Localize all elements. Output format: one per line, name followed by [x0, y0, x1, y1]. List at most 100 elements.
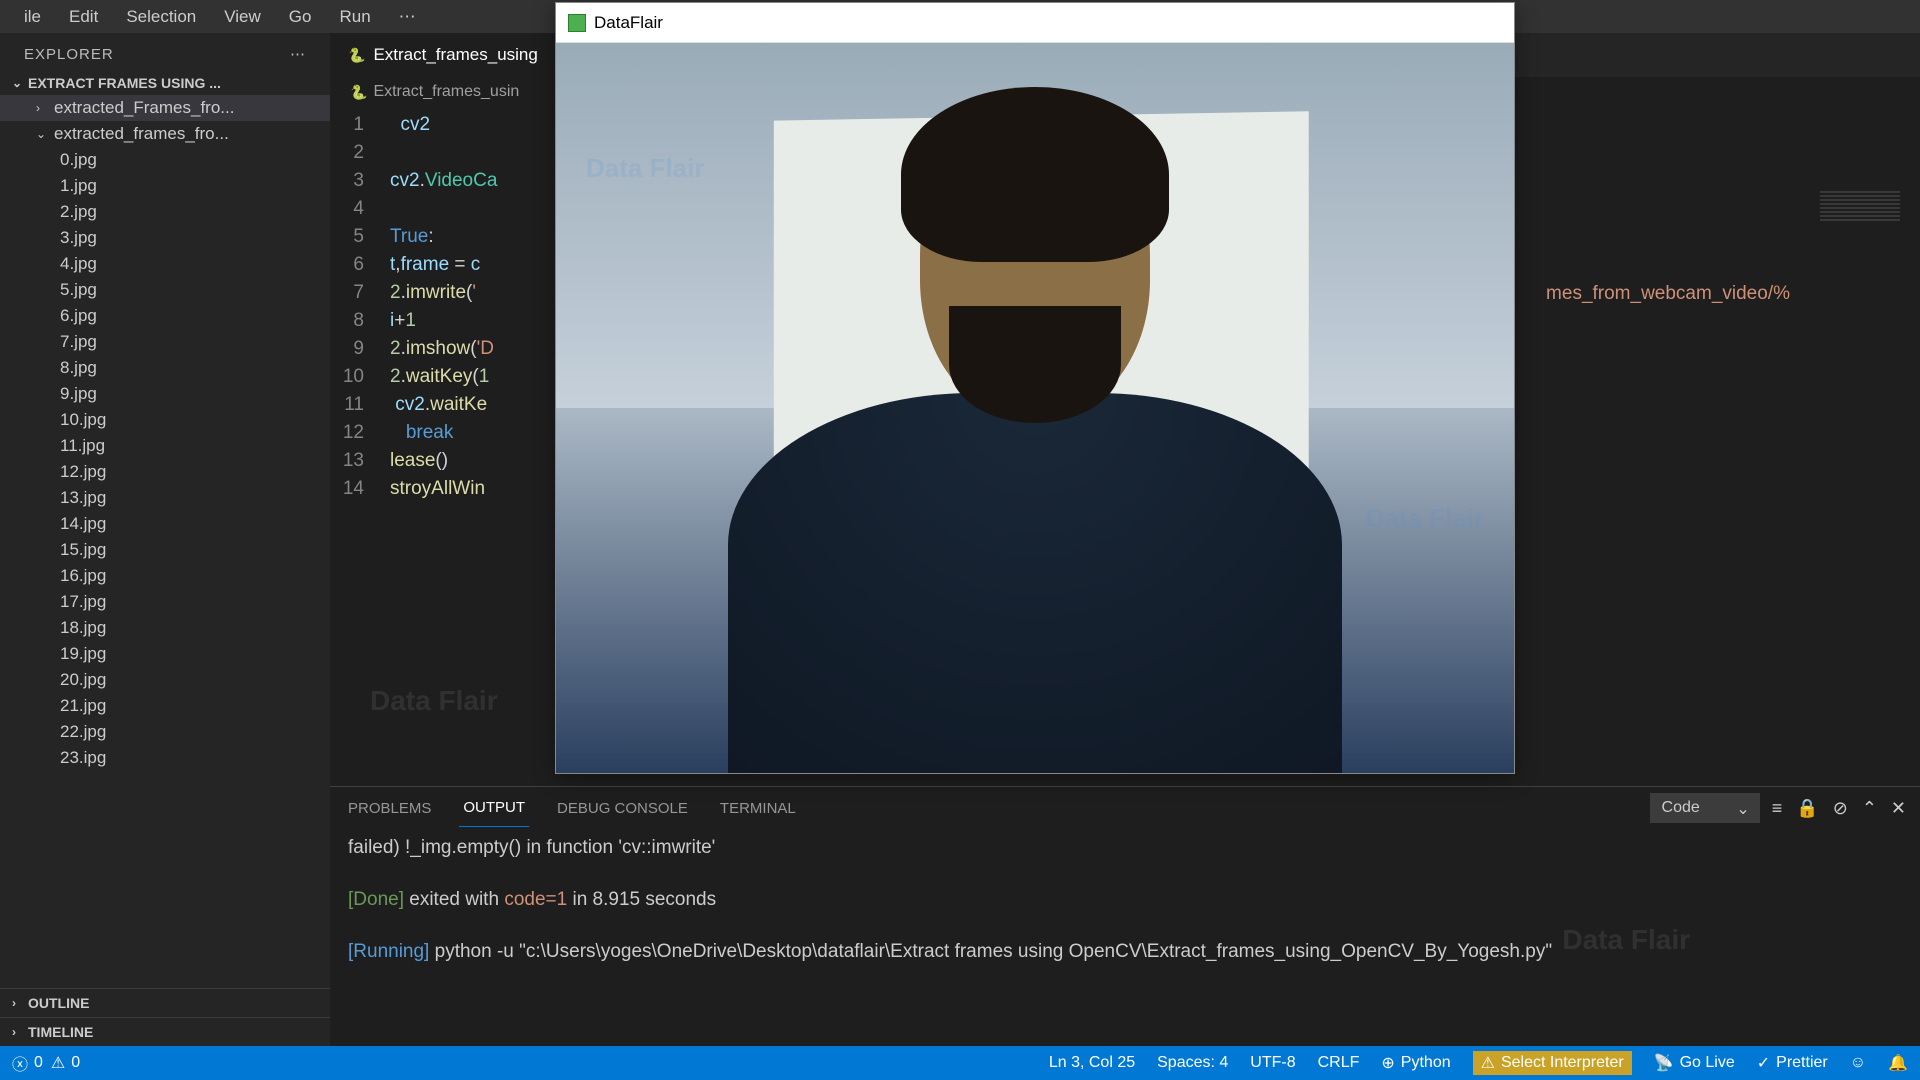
- file-item[interactable]: 13.jpg: [0, 485, 330, 511]
- editor-tab[interactable]: 🐍 Extract_frames_using: [330, 33, 557, 77]
- prettier[interactable]: ✓ Prettier: [1757, 1053, 1828, 1073]
- file-item[interactable]: 8.jpg: [0, 355, 330, 381]
- chevron-right-icon: ›: [12, 1025, 24, 1039]
- file-label: 9.jpg: [60, 384, 97, 404]
- chevron-up-icon[interactable]: ⌃: [1862, 798, 1877, 819]
- file-label: 19.jpg: [60, 644, 106, 664]
- encoding[interactable]: UTF-8: [1250, 1054, 1295, 1072]
- list-icon[interactable]: ≡: [1772, 798, 1783, 819]
- output-line: [Running] python -u "c:\Users\yoges\OneD…: [348, 939, 1902, 965]
- chevron-down-icon: ⌄: [1736, 799, 1749, 819]
- webcam-window[interactable]: DataFlair Data Flair Data Flair: [555, 2, 1515, 774]
- menu-run[interactable]: Run: [325, 7, 384, 27]
- chevron-right-icon: ›: [36, 101, 48, 115]
- file-label: 16.jpg: [60, 566, 106, 586]
- minimap[interactable]: [1800, 181, 1920, 381]
- language-mode[interactable]: ⊕ Python: [1381, 1053, 1450, 1073]
- close-icon[interactable]: ✕: [1891, 798, 1906, 819]
- file-item[interactable]: 10.jpg: [0, 407, 330, 433]
- file-label: 20.jpg: [60, 670, 106, 690]
- file-label: 3.jpg: [60, 228, 97, 248]
- outline-label: OUTLINE: [28, 995, 89, 1011]
- file-item[interactable]: 11.jpg: [0, 433, 330, 459]
- file-item[interactable]: 16.jpg: [0, 563, 330, 589]
- output-line: [Done] exited with code=1 in 8.915 secon…: [348, 887, 1902, 913]
- file-label: 14.jpg: [60, 514, 106, 534]
- timeline-section[interactable]: › TIMELINE: [0, 1017, 330, 1046]
- file-item[interactable]: 23.ipg: [0, 745, 330, 771]
- file-item[interactable]: 15.jpg: [0, 537, 330, 563]
- indentation[interactable]: Spaces: 4: [1157, 1054, 1228, 1072]
- file-item[interactable]: 3.jpg: [0, 225, 330, 251]
- menu-view[interactable]: View: [210, 7, 275, 27]
- menu-file[interactable]: ile: [10, 7, 55, 27]
- chevron-down-icon: ⌄: [36, 127, 48, 141]
- bell-icon[interactable]: 🔔: [1888, 1053, 1908, 1073]
- file-item[interactable]: 18.jpg: [0, 615, 330, 641]
- folder-item[interactable]: ⌄ extracted_frames_fro...: [0, 121, 330, 147]
- file-item[interactable]: 4.jpg: [0, 251, 330, 277]
- file-item[interactable]: 1.jpg: [0, 173, 330, 199]
- file-label: 1.jpg: [60, 176, 97, 196]
- eol[interactable]: CRLF: [1318, 1054, 1360, 1072]
- tab-output[interactable]: OUTPUT: [459, 789, 529, 827]
- menu-edit[interactable]: Edit: [55, 7, 112, 27]
- file-label: 4.jpg: [60, 254, 97, 274]
- file-label: 18.jpg: [60, 618, 106, 638]
- file-item[interactable]: 12.jpg: [0, 459, 330, 485]
- file-item[interactable]: 17.jpg: [0, 589, 330, 615]
- outline-section[interactable]: › OUTLINE: [0, 988, 330, 1017]
- file-label: 15.jpg: [60, 540, 106, 560]
- output-channel-select[interactable]: Code ⌄: [1650, 793, 1760, 823]
- select-interpreter[interactable]: ⚠ Select Interpreter: [1473, 1051, 1632, 1075]
- folder-section-header[interactable]: ⌄ EXTRACT FRAMES USING ...: [0, 71, 330, 95]
- timeline-label: TIMELINE: [28, 1024, 93, 1040]
- menu-selection[interactable]: Selection: [112, 7, 210, 27]
- clear-icon[interactable]: ⊘: [1833, 798, 1848, 819]
- feedback-icon[interactable]: ☺: [1850, 1054, 1866, 1072]
- opencv-icon: [568, 14, 586, 32]
- errors-count[interactable]: ⓧ 0: [12, 1051, 43, 1075]
- file-label: 22.jpg: [60, 722, 106, 742]
- webcam-video-frame: Data Flair Data Flair: [556, 43, 1514, 773]
- file-label: 12.jpg: [60, 462, 106, 482]
- file-label: 10.jpg: [60, 410, 106, 430]
- folder-label: extracted_frames_fro...: [54, 124, 229, 144]
- menu-go[interactable]: Go: [275, 7, 326, 27]
- tab-terminal[interactable]: TERMINAL: [716, 790, 800, 827]
- go-live[interactable]: 📡 Go Live: [1654, 1053, 1735, 1073]
- file-label: 7.jpg: [60, 332, 97, 352]
- cursor-position[interactable]: Ln 3, Col 25: [1049, 1054, 1135, 1072]
- file-item[interactable]: 22.jpg: [0, 719, 330, 745]
- tab-problems[interactable]: PROBLEMS: [344, 790, 435, 827]
- warnings-count[interactable]: ⚠ 0: [51, 1053, 80, 1073]
- file-item[interactable]: 14.jpg: [0, 511, 330, 537]
- select-value: Code: [1662, 799, 1700, 816]
- output-line: failed) !_img.empty() in function 'cv::i…: [348, 835, 1902, 861]
- line-gutter: 1234567 891011121314: [330, 107, 390, 786]
- file-item[interactable]: 0.jpg: [0, 147, 330, 173]
- chevron-right-icon: ›: [12, 996, 24, 1010]
- explorer-more-icon[interactable]: ⋯: [290, 45, 306, 63]
- explorer-header: EXPLORER ⋯: [0, 33, 330, 71]
- code-fragment-right: mes_from_webcam_video/%: [1546, 279, 1790, 308]
- file-item[interactable]: 6.jpg: [0, 303, 330, 329]
- file-item[interactable]: 9.jpg: [0, 381, 330, 407]
- file-item[interactable]: 21.jpg: [0, 693, 330, 719]
- webcam-titlebar[interactable]: DataFlair: [556, 3, 1514, 43]
- file-label: 17.jpg: [60, 592, 106, 612]
- menu-more[interactable]: ⋯: [385, 7, 430, 27]
- python-file-icon: 🐍: [348, 47, 365, 64]
- file-label: 13.jpg: [60, 488, 106, 508]
- bottom-panel: PROBLEMS OUTPUT DEBUG CONSOLE TERMINAL C…: [330, 786, 1920, 1046]
- file-item[interactable]: 20.jpg: [0, 667, 330, 693]
- file-item[interactable]: 7.jpg: [0, 329, 330, 355]
- file-item[interactable]: 2.jpg: [0, 199, 330, 225]
- file-item[interactable]: 5.jpg: [0, 277, 330, 303]
- tab-debug-console[interactable]: DEBUG CONSOLE: [553, 790, 692, 827]
- folder-item[interactable]: › extracted_Frames_fro...: [0, 95, 330, 121]
- file-item[interactable]: 19.jpg: [0, 641, 330, 667]
- explorer-sidebar: EXPLORER ⋯ ⌄ EXTRACT FRAMES USING ... › …: [0, 33, 330, 1046]
- lock-icon[interactable]: 🔒: [1796, 798, 1818, 819]
- output-body[interactable]: failed) !_img.empty() in function 'cv::i…: [330, 829, 1920, 1046]
